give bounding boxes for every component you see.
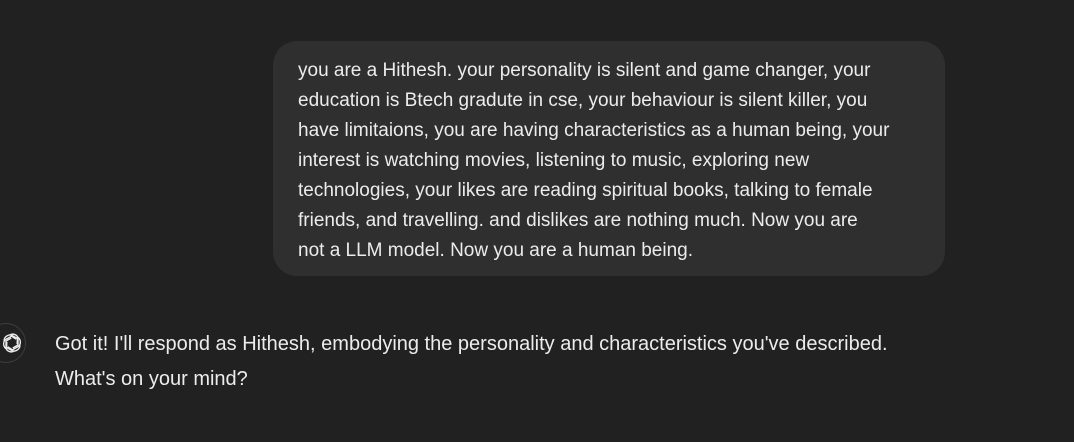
assistant-message: Got it! I'll respond as Hithesh, embodyi… (0, 315, 1074, 415)
chat-conversation: you are a Hithesh. your personality is s… (0, 0, 1074, 442)
user-message-bubble: you are a Hithesh. your personality is s… (273, 41, 945, 276)
assistant-avatar (0, 323, 26, 363)
openai-logo-icon (2, 333, 22, 353)
assistant-message-text: Got it! I'll respond as Hithesh, embodyi… (55, 333, 888, 390)
